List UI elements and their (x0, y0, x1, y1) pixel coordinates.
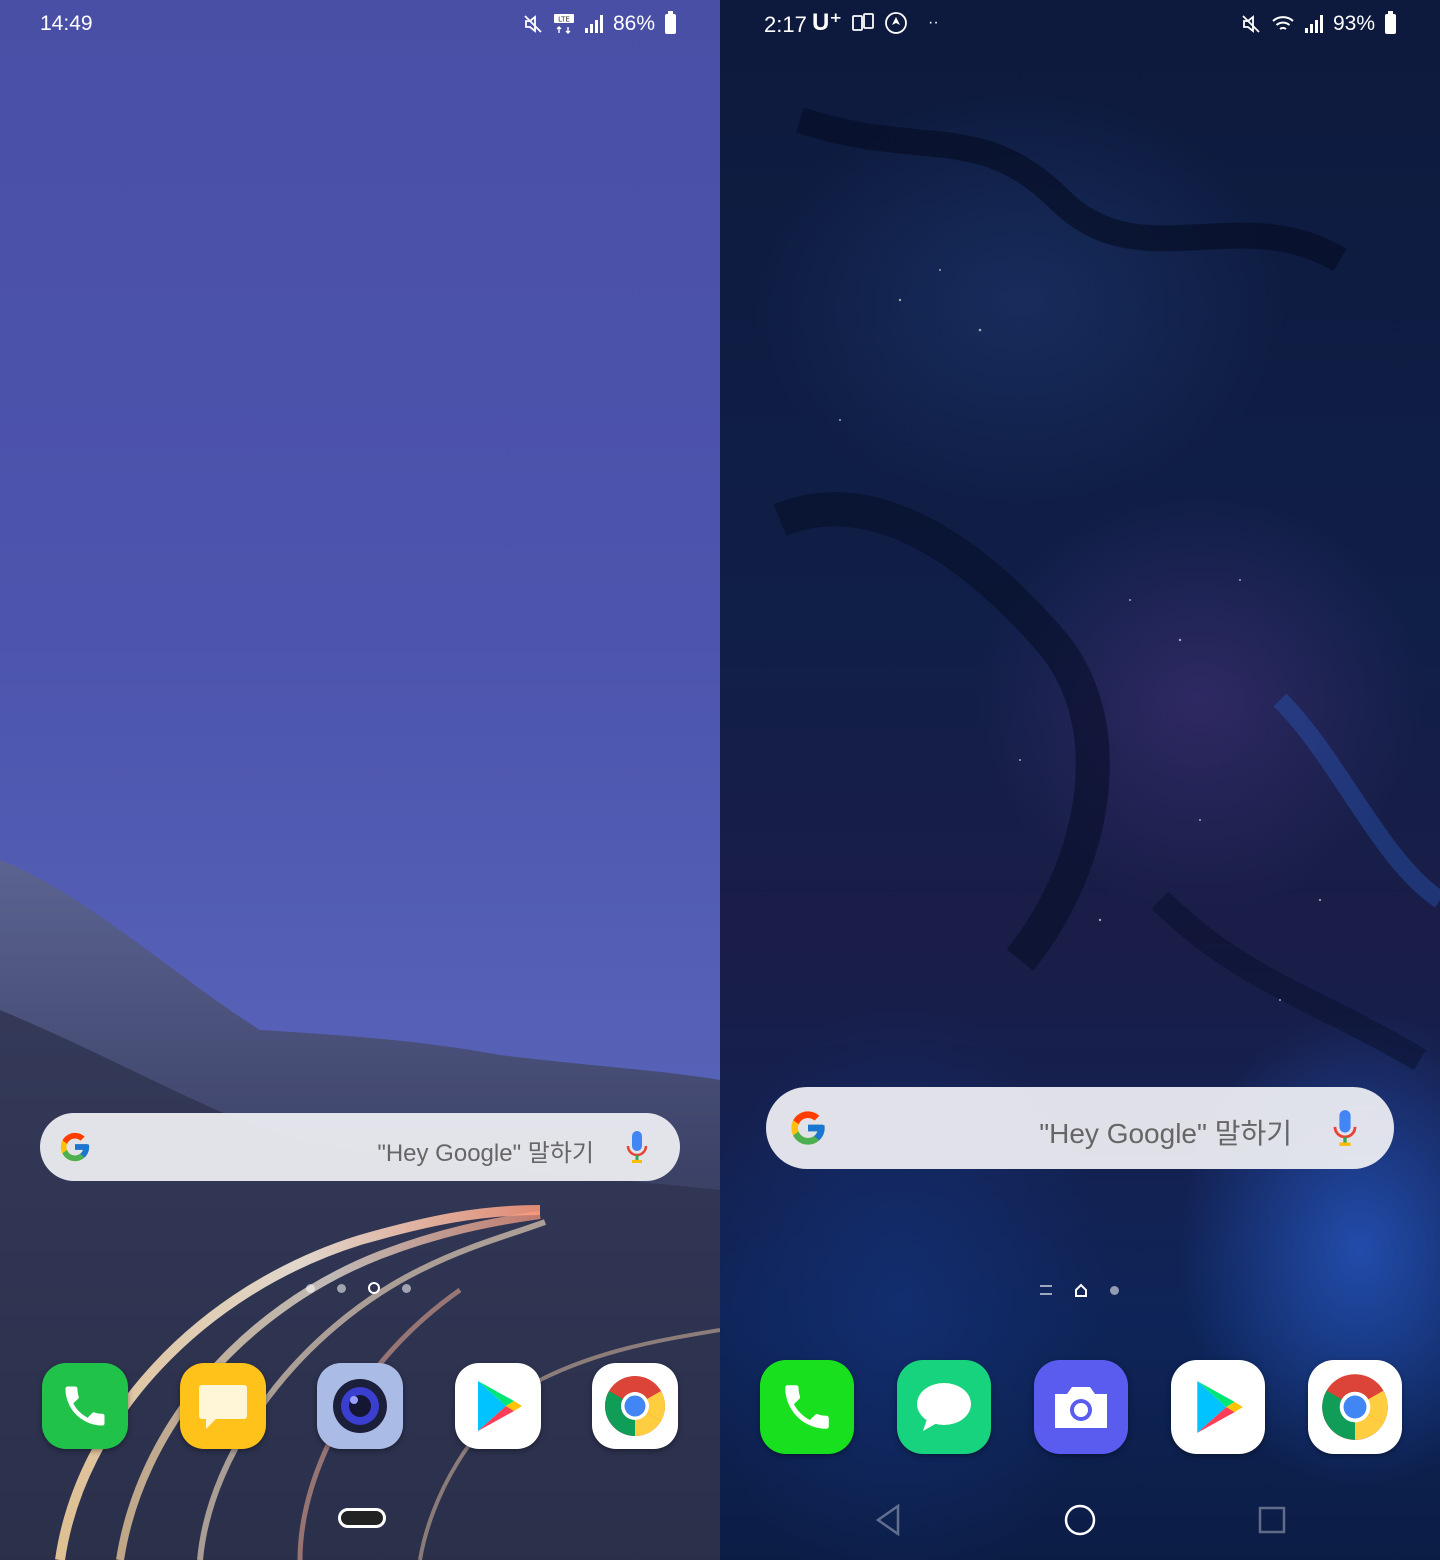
wifi-icon (1272, 16, 1294, 30)
status-bar: 2:17 U⁺ ·· 93% (720, 0, 1440, 48)
camera-app[interactable] (1034, 1360, 1128, 1454)
chrome-icon (1322, 1374, 1388, 1440)
signal-icon (1304, 15, 1323, 33)
phone-icon (65, 1386, 105, 1426)
camera-app[interactable] (317, 1363, 403, 1449)
search-hint: "Hey Google" 말하기 (377, 1140, 594, 1167)
status-bar: 14:49 LTE 86% (0, 0, 720, 48)
page-home-indicator[interactable] (1074, 1283, 1088, 1297)
play-store-app[interactable] (454, 1363, 541, 1449)
google-g-icon (60, 1132, 90, 1162)
page-dot[interactable] (337, 1283, 346, 1293)
page-dot[interactable] (306, 1283, 315, 1293)
phone-icon (785, 1385, 829, 1429)
right-home-screen: 2:17 U⁺ ·· 93% "Hey Google" 말하기 (720, 0, 1440, 1560)
google-search-bar[interactable]: "Hey Google" 말하기 (766, 1087, 1394, 1169)
status-time: 2:17 (764, 12, 807, 37)
mute-icon (1242, 15, 1260, 33)
chrome-app[interactable] (1308, 1360, 1402, 1454)
battery-percent: 86% (612, 12, 655, 35)
home-gesture-pill[interactable] (338, 1508, 386, 1528)
recents-icon[interactable] (1252, 1500, 1292, 1540)
battery-percent: 93% (1332, 12, 1375, 35)
page-indicator[interactable] (306, 1282, 411, 1294)
wallpaper-texture (773, 107, 1440, 1071)
mic-icon[interactable] (1332, 1109, 1358, 1147)
search-hint: "Hey Google" 말하기 (1039, 1118, 1292, 1149)
screen-icon (852, 12, 874, 31)
mute-icon (524, 15, 542, 33)
battery-icon (1385, 11, 1396, 34)
google-g-icon (791, 1111, 825, 1145)
back-icon[interactable] (868, 1500, 908, 1540)
status-time: 14:49 (40, 12, 93, 35)
play-store-icon (477, 1381, 522, 1431)
app-dock (42, 1363, 678, 1449)
signal-icon (584, 15, 603, 33)
google-search-bar[interactable]: "Hey Google" 말하기 (40, 1113, 680, 1181)
lte-icon: LTE (553, 14, 574, 34)
page-indicator[interactable] (1040, 1283, 1119, 1297)
phone-app[interactable] (42, 1363, 128, 1449)
messages-app[interactable] (179, 1363, 266, 1449)
play-store-app[interactable] (1171, 1360, 1265, 1454)
location-icon (885, 11, 907, 34)
left-home-screen: 14:49 LTE 86% "Hey Google" 말하기 (0, 0, 720, 1560)
camera-icon (333, 1379, 387, 1433)
message-icon (198, 1385, 247, 1429)
message-icon (917, 1383, 971, 1431)
app-dock (760, 1360, 1402, 1454)
chrome-icon (604, 1376, 666, 1436)
chrome-app[interactable] (592, 1363, 678, 1449)
navigation-bar (720, 1490, 1440, 1546)
wallpaper-landscape (0, 860, 720, 1560)
mic-icon[interactable] (626, 1130, 648, 1164)
more-icon: ·· (928, 13, 939, 31)
page-dot[interactable] (402, 1283, 411, 1293)
page-dot-current[interactable] (368, 1282, 380, 1294)
play-store-icon (1197, 1381, 1243, 1433)
home-icon[interactable] (1060, 1500, 1100, 1540)
messages-app[interactable] (897, 1360, 991, 1454)
carrier-icon: U⁺ (812, 9, 842, 36)
phone-app[interactable] (760, 1360, 854, 1454)
page-dot[interactable] (1110, 1285, 1119, 1295)
camera-icon (1055, 1387, 1107, 1428)
page-menu-indicator[interactable] (1040, 1285, 1052, 1295)
svg-text:LTE: LTE (558, 16, 570, 24)
battery-icon (665, 11, 676, 34)
